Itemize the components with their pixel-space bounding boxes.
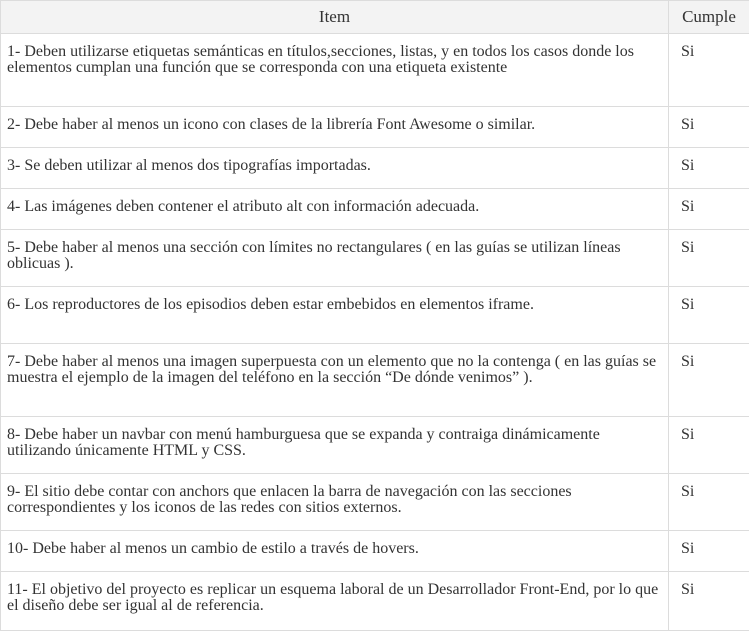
item-cell: 4- Las imágenes deben contener el atribu… bbox=[1, 189, 669, 230]
cumple-cell: Si bbox=[669, 572, 749, 631]
item-cell: 7- Debe haber al menos una imagen superp… bbox=[1, 344, 669, 417]
table-row: 3- Se deben utilizar al menos dos tipogr… bbox=[1, 148, 749, 189]
item-cell: 3- Se deben utilizar al menos dos tipogr… bbox=[1, 148, 669, 189]
cumple-cell: Si bbox=[669, 474, 749, 531]
table-row: 6- Los reproductores de los episodios de… bbox=[1, 287, 749, 344]
table-row: 8- Debe haber un navbar con menú hamburg… bbox=[1, 417, 749, 474]
table-row: 11- El objetivo del proyecto es replicar… bbox=[1, 572, 749, 631]
item-cell: 1- Deben utilizarse etiquetas semánticas… bbox=[1, 34, 669, 107]
cumple-cell: Si bbox=[669, 417, 749, 474]
table-header-row: Item Cumple bbox=[1, 1, 749, 34]
table-row: 10- Debe haber al menos un cambio de est… bbox=[1, 531, 749, 572]
table-row: 2- Debe haber al menos un icono con clas… bbox=[1, 107, 749, 148]
table-row: 5- Debe haber al menos una sección con l… bbox=[1, 230, 749, 287]
item-cell: 10- Debe haber al menos un cambio de est… bbox=[1, 531, 669, 572]
cumple-cell: Si bbox=[669, 34, 749, 107]
table-row: 7- Debe haber al menos una imagen superp… bbox=[1, 344, 749, 417]
cumple-cell: Si bbox=[669, 107, 749, 148]
cumple-cell: Si bbox=[669, 230, 749, 287]
cumple-cell: Si bbox=[669, 148, 749, 189]
table-row: 9- El sitio debe contar con anchors que … bbox=[1, 474, 749, 531]
cumple-cell: Si bbox=[669, 287, 749, 344]
item-cell: 8- Debe haber un navbar con menú hamburg… bbox=[1, 417, 669, 474]
item-cell: 6- Los reproductores de los episodios de… bbox=[1, 287, 669, 344]
header-cumple: Cumple bbox=[669, 1, 749, 34]
cumple-cell: Si bbox=[669, 344, 749, 417]
item-cell: 9- El sitio debe contar con anchors que … bbox=[1, 474, 669, 531]
item-cell: 5- Debe haber al menos una sección con l… bbox=[1, 230, 669, 287]
item-cell: 11- El objetivo del proyecto es replicar… bbox=[1, 572, 669, 631]
cumple-cell: Si bbox=[669, 189, 749, 230]
table-row: 4- Las imágenes deben contener el atribu… bbox=[1, 189, 749, 230]
requirements-table: Item Cumple 1- Deben utilizarse etiqueta… bbox=[0, 0, 749, 631]
header-item: Item bbox=[1, 1, 669, 34]
cumple-cell: Si bbox=[669, 531, 749, 572]
item-cell: 2- Debe haber al menos un icono con clas… bbox=[1, 107, 669, 148]
table-row: 1- Deben utilizarse etiquetas semánticas… bbox=[1, 34, 749, 107]
